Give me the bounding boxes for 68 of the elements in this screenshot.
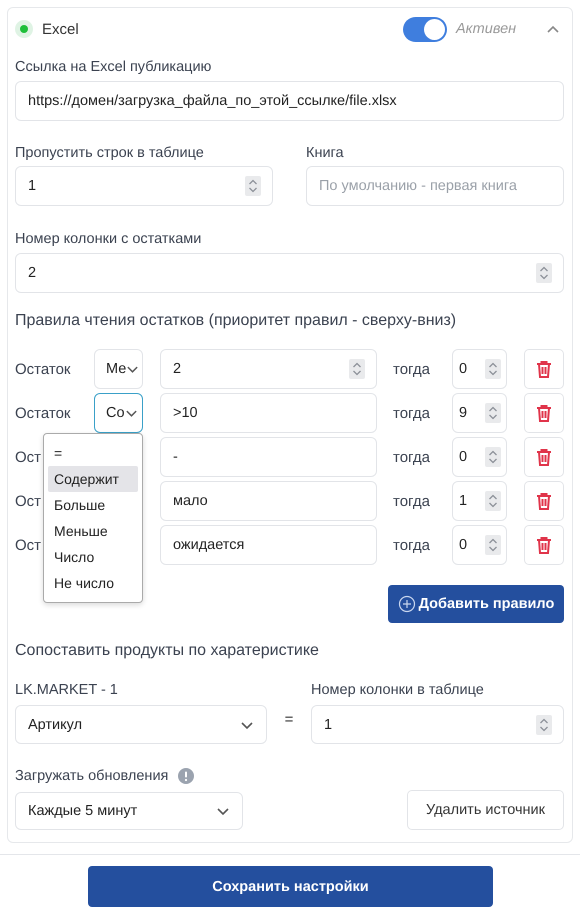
- rule-label: тогда: [392, 448, 430, 466]
- rule-label: тогда: [392, 492, 430, 510]
- menu-option[interactable]: Меньше: [48, 518, 138, 544]
- trash-icon: [535, 448, 553, 466]
- delete-button[interactable]: [524, 393, 564, 433]
- menu-option[interactable]: Больше: [48, 492, 138, 518]
- spinner-icon[interactable]: [536, 263, 552, 283]
- plus-circle-icon: [398, 595, 416, 613]
- field-label: LK.MARKET - 1: [15, 681, 119, 699]
- select-field[interactable]: Ме: [94, 349, 143, 389]
- toggle-switch[interactable]: [403, 16, 447, 42]
- spinner-icon[interactable]: [485, 535, 501, 555]
- field-label: Книга: [306, 144, 345, 162]
- section-heading: Сопоставить продукты по харатеристике: [15, 641, 320, 661]
- field-label: Ссылка на Excel публикацию: [15, 58, 212, 76]
- save-button[interactable]: Сохранить настройки: [88, 866, 493, 907]
- rule-label: Остаток: [15, 360, 70, 378]
- rule-label: тогда: [392, 404, 430, 422]
- select-field[interactable]: Со: [94, 393, 143, 433]
- spinner-icon[interactable]: [485, 447, 501, 467]
- rule-label: Остаток: [15, 404, 70, 422]
- input-field[interactable]: 2: [160, 349, 377, 389]
- rule-label: Ост: [15, 536, 42, 554]
- menu-option[interactable]: Не число: [48, 570, 138, 596]
- input-field[interactable]: ожидается: [160, 525, 377, 565]
- rule-label: Ост: [15, 492, 42, 510]
- rule-label: тогда: [392, 360, 430, 378]
- rule-label: Ост: [15, 448, 42, 466]
- trash-icon: [535, 492, 553, 510]
- toggle-label: Активен: [456, 21, 518, 37]
- trash-icon: [535, 404, 553, 422]
- delete-button[interactable]: [524, 481, 564, 521]
- delete-button[interactable]: [524, 525, 564, 565]
- delete-source-button[interactable]: Удалить источник: [407, 790, 564, 830]
- input-field[interactable]: По умолчанию - первая книга: [306, 166, 564, 206]
- rule-label: тогда: [392, 536, 430, 554]
- input-field[interactable]: мало: [160, 481, 377, 521]
- spinner-icon[interactable]: [349, 359, 365, 379]
- equals-sign: =: [284, 710, 294, 730]
- spinner-icon[interactable]: [536, 714, 552, 734]
- field-label: Пропустить строк в таблице: [15, 144, 205, 162]
- select-field[interactable]: Каждые 5 минут: [15, 792, 243, 830]
- section-heading: Правила чтения остатков (приоритет правил - сверху-вниз): [15, 311, 458, 331]
- input-field[interactable]: -: [160, 437, 377, 477]
- chevron-up-icon[interactable]: [546, 23, 560, 35]
- select-field[interactable]: Артикул: [15, 705, 267, 744]
- input-field[interactable]: https://домен/загрузка_файла_по_этой_ссылке/file.xlsx: [15, 81, 564, 121]
- spinner-icon[interactable]: [245, 176, 261, 196]
- field-label: Загружать обновления: [15, 767, 168, 785]
- spinner-icon[interactable]: [485, 359, 501, 379]
- trash-icon: [535, 360, 553, 378]
- info-icon[interactable]: [178, 768, 194, 784]
- input-field[interactable]: 1: [15, 166, 273, 206]
- input-field[interactable]: >10: [160, 393, 377, 433]
- field-label: Номер колонки в таблице: [311, 681, 485, 699]
- field-label: Номер колонки с остатками: [15, 230, 202, 248]
- source-title: Excel: [42, 20, 80, 38]
- trash-icon: [535, 536, 553, 554]
- menu-option[interactable]: Содержит: [48, 466, 138, 492]
- delete-button[interactable]: [524, 349, 564, 389]
- input-field[interactable]: 2: [15, 253, 564, 293]
- menu-option[interactable]: Число: [48, 544, 138, 570]
- input-field[interactable]: 1: [311, 705, 564, 744]
- spinner-icon[interactable]: [485, 491, 501, 511]
- add-rule-button[interactable]: Добавить правило: [388, 585, 564, 623]
- delete-button[interactable]: [524, 437, 564, 477]
- menu-option[interactable]: =: [48, 440, 138, 466]
- spinner-icon[interactable]: [485, 403, 501, 423]
